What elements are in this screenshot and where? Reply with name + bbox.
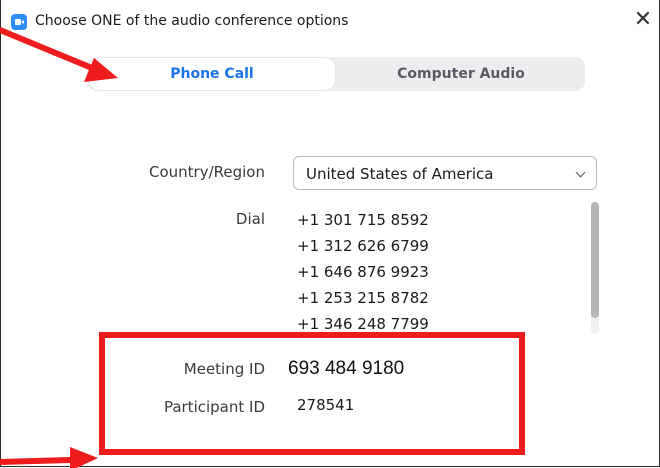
annotation-arrow-top xyxy=(0,27,118,82)
annotation-arrows xyxy=(0,27,118,468)
annotation-arrow-bottom xyxy=(0,447,98,468)
